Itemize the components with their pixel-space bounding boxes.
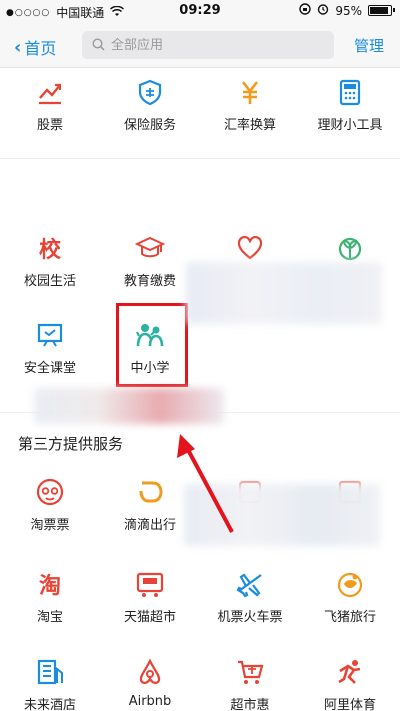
pointer-arrow (177, 434, 234, 533)
arrow-shaft (184, 445, 234, 533)
